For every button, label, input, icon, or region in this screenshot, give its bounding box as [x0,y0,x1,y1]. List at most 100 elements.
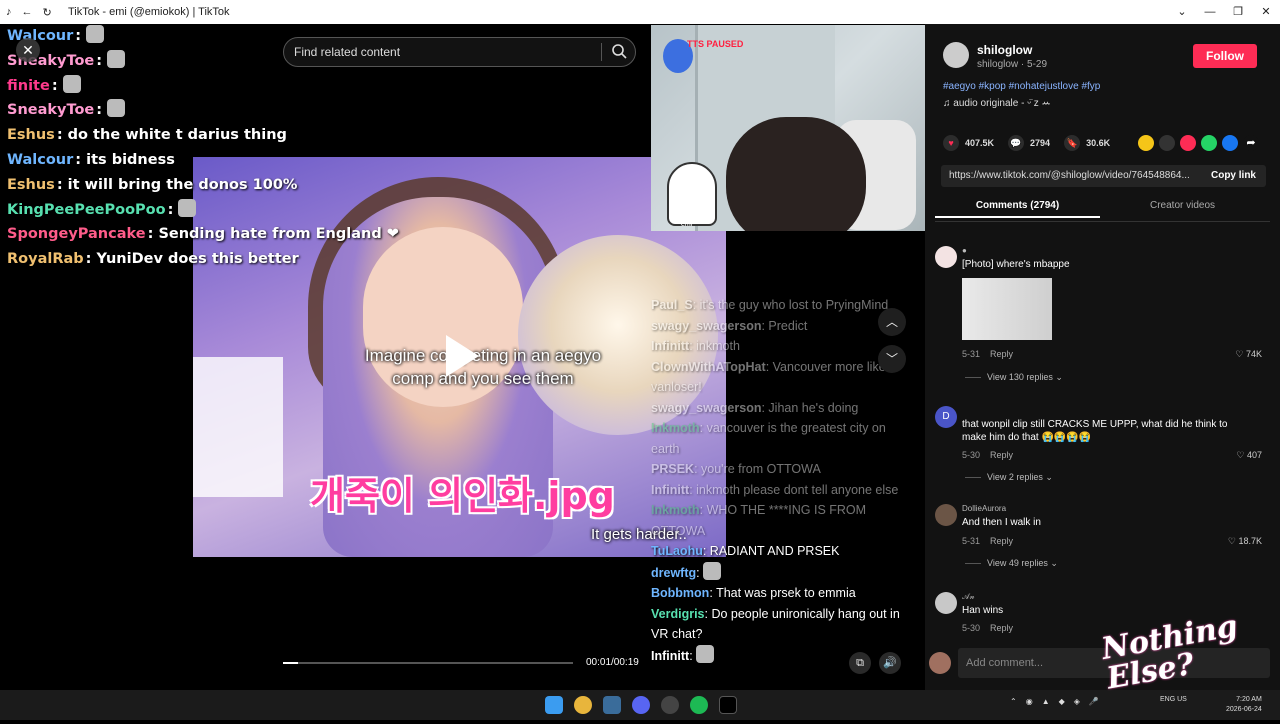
chat-colon: : [689,648,697,663]
chat-text: RADIANT AND PRSEK [709,544,840,558]
comment-date: 5-31 [962,536,981,546]
share-arrow-icon[interactable]: ➦ [1243,135,1259,151]
volume-icon[interactable]: 🔊 [879,652,901,674]
chat-colon: : [702,544,710,558]
follow-button[interactable]: Follow [1193,44,1257,68]
view-replies[interactable]: View 49 replies ⌄ [965,558,1058,569]
translate-icon[interactable]: ⌄ [1168,0,1196,24]
comment-likes[interactable]: ♡ 407 [1236,450,1262,461]
discord-icon[interactable] [632,696,650,714]
prev-video-button[interactable]: ︿ [878,308,906,336]
tray-brave-icon[interactable]: ▲ [1042,697,1050,706]
cam-name-tag: emi [681,221,693,228]
view-replies[interactable]: View 2 replies ⌄ [965,472,1053,483]
copy-link-button[interactable]: Copy link [1211,165,1256,187]
comment-text: that wonpil clip still CRACKS ME UPPP, w… [962,419,1228,443]
tray-chevron-icon[interactable]: ⌃ [1010,697,1017,706]
comment-user[interactable]: ● [962,246,967,255]
view-replies[interactable]: View 130 replies ⌄ [965,372,1063,383]
chat-colon: : [56,176,68,193]
chat-message: Verdigris: Do people unironically hang o… [651,604,913,645]
tray-app-icon[interactable]: ◆ [1059,697,1065,706]
play-icon[interactable] [446,335,479,377]
repost-icon[interactable] [1138,135,1154,151]
maximize-button[interactable]: ❐ [1224,0,1252,24]
embed-icon[interactable] [1159,135,1175,151]
tray-mic-icon[interactable]: 🎤 [1089,697,1099,706]
tray-steam-icon[interactable]: ◉ [1026,697,1033,706]
chat-message: Bobbmon: That was prsek to emmia [651,583,913,604]
video-progress-bar[interactable] [283,662,573,664]
spotify-icon[interactable] [690,696,708,714]
whatsapp-icon[interactable] [1201,135,1217,151]
search-divider [601,43,602,61]
creator-username[interactable]: shiloglow [977,43,1032,57]
search-icon[interactable] [611,43,627,59]
comment-likes[interactable]: ♡ 74K [1235,349,1262,360]
video-korean-text: 개죽이 의인화.jpg [310,474,615,518]
tabs-divider [935,221,1270,222]
chrome-icon[interactable] [574,696,592,714]
search-input[interactable]: Find related content [283,37,636,67]
tab-comments[interactable]: Comments (2794) [935,200,1100,218]
engagement-stats: ♥ 407.5K 💬 2794 🔖 30.6K [943,135,1124,151]
video-hashtags[interactable]: #aegyo #kpop #nohatejustlove #fyp [943,81,1100,92]
chat-username: Infinitt [651,339,690,353]
chat-message: Infinitt: inkmoth [651,336,913,357]
chat-text: do the white t darius thing [67,127,287,144]
comment-like-count: 18.7K [1238,536,1262,546]
chat-message: Walcour: [0,24,330,49]
chat-username: ClownWithATopHat [651,359,766,374]
pip-icon[interactable]: ⧉ [849,652,871,674]
video-link[interactable]: https://www.tiktok.com/@shiloglow/video/… [949,170,1190,181]
reload-icon[interactable]: ↻ [43,6,52,19]
chat-username: Walcour [7,28,74,44]
chat-overlay-left: Walcour: SneakyToe: finite: SneakyToe: E… [0,24,399,272]
avatar[interactable]: D [935,406,957,428]
close-window-button[interactable]: ✕ [1252,0,1280,24]
comment-user[interactable]: DollieAurora [962,504,1006,513]
video-time: 00:01/00:19 [586,657,639,668]
reply-button[interactable]: Reply [990,536,1013,546]
close-icon[interactable]: ✕ [16,38,40,62]
avatar [929,652,951,674]
reply-button[interactable]: Reply [990,349,1013,359]
comment-user[interactable]: 𝒜𝓃 [962,592,975,602]
minimize-button[interactable]: — [1196,0,1224,24]
tray-app2-icon[interactable]: ◈ [1074,697,1080,706]
tiktok-taskbar-icon[interactable] [719,696,737,714]
bookmark-icon[interactable]: 🔖 [1064,135,1081,151]
send-icon[interactable] [1180,135,1196,151]
creator-avatar[interactable] [943,42,969,68]
chat-colon: : [96,102,108,119]
next-video-button[interactable]: ﹀ [878,345,906,373]
emote-icon [178,198,197,217]
comment-text: [Photo] where's mbappe [962,259,1070,270]
chat-username: TuLaohu [651,544,703,558]
chat-text: Sending hate from England ❤ [158,226,399,243]
cam-ghost-mascot [667,162,717,226]
comment-photo[interactable] [962,278,1052,340]
avatar[interactable] [935,504,957,526]
obs-icon[interactable] [661,696,679,714]
comment-likes[interactable]: ♡ 18.7K [1228,536,1262,547]
avatar[interactable] [935,246,957,268]
chat-message: Inkmoth: vancouver is the greatest city … [651,418,913,459]
facebook-icon[interactable] [1222,135,1238,151]
chat-text: Jihan he's doing [768,400,859,415]
comment-icon[interactable]: 💬 [1008,135,1025,151]
windows-start-icon[interactable] [545,696,563,714]
avatar[interactable] [935,592,957,614]
reply-button[interactable]: Reply [990,623,1013,633]
reply-button[interactable]: Reply [990,450,1013,460]
comment-like-count: 407 [1246,450,1262,460]
tab-creator-videos[interactable]: Creator videos [1100,200,1265,216]
comment-count: 2794 [1030,138,1051,148]
system-tray: ⌃ ◉ ▲ ◆ ◈ 🎤 [1010,697,1099,706]
chat-text: you're from OTTOWA [701,462,821,476]
heart-icon[interactable]: ♥ [943,135,959,151]
steam-icon[interactable] [603,696,621,714]
video-music[interactable]: ♫ audio originale - ᵕ̈ z ꕀ [943,98,1051,109]
back-icon[interactable]: ← [22,6,33,19]
windows-taskbar: ⌃ ◉ ▲ ◆ ◈ 🎤 ENG US 7:20 AM 2026-06-24 [0,690,1280,720]
